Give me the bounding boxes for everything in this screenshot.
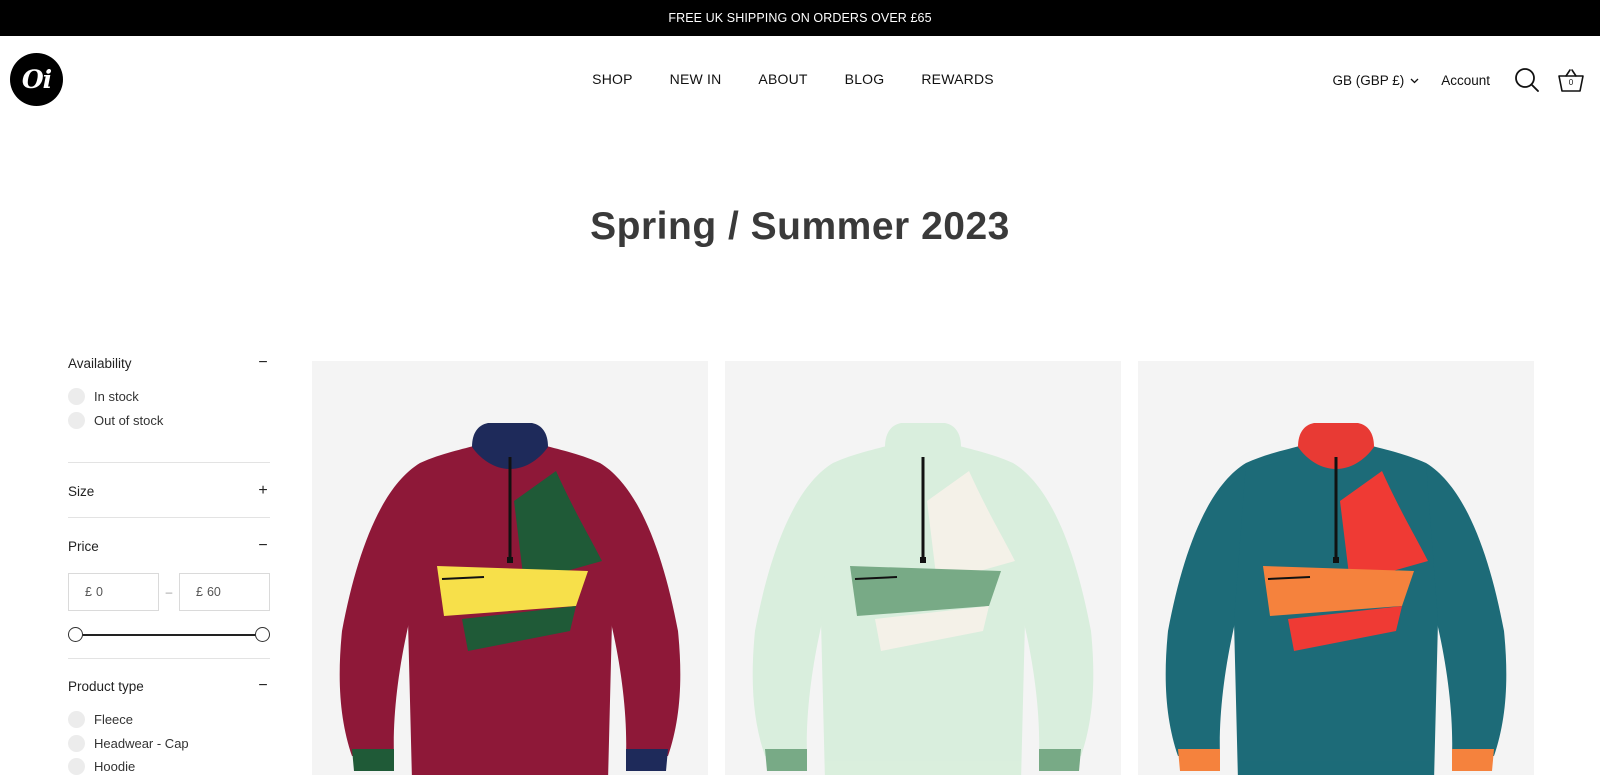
- announcement-bar: FREE UK SHIPPING ON ORDERS OVER £65: [0, 0, 1600, 36]
- option-label: Fleece: [94, 712, 134, 728]
- currency-selector[interactable]: GB (GBP £): [1332, 73, 1419, 88]
- price-separator: –: [165, 585, 173, 599]
- fleece-illustration: [752, 423, 1094, 775]
- search-icon[interactable]: [1512, 65, 1542, 95]
- account-link[interactable]: Account: [1441, 73, 1490, 88]
- radio-icon[interactable]: [68, 388, 85, 406]
- minus-icon[interactable]: −: [256, 678, 270, 694]
- filter-size-label: Size: [68, 483, 95, 499]
- fleece-illustration: [339, 423, 681, 775]
- filter-size: Size +: [68, 463, 270, 518]
- slider-handle-min[interactable]: [68, 627, 83, 642]
- currency-symbol: £: [85, 585, 92, 599]
- filter-price-label: Price: [68, 538, 99, 554]
- radio-icon[interactable]: [68, 734, 85, 752]
- product-card[interactable]: [312, 361, 708, 775]
- announcement-text: FREE UK SHIPPING ON ORDERS OVER £65: [668, 11, 932, 25]
- product-card[interactable]: [725, 361, 1121, 775]
- nav-item-rewards[interactable]: REWARDS: [921, 71, 993, 87]
- radio-icon[interactable]: [68, 411, 85, 429]
- filter-price: Price − £ 0 – £ 60: [68, 518, 270, 659]
- filter-availability-label: Availability: [68, 355, 132, 371]
- minus-icon[interactable]: −: [256, 355, 270, 371]
- chevron-down-icon: [1410, 76, 1419, 86]
- filter-option-fleece[interactable]: Fleece: [68, 708, 270, 732]
- product-card[interactable]: [1138, 361, 1534, 775]
- product-image: [339, 423, 681, 775]
- brand-logo[interactable]: Oi: [10, 53, 63, 106]
- product-grid: [312, 361, 1534, 775]
- currency-symbol: £: [196, 585, 203, 599]
- logo-text: Oi: [21, 65, 52, 94]
- radio-icon[interactable]: [68, 711, 85, 729]
- filter-availability: Availability − In stock Out of stock: [68, 350, 270, 463]
- filter-product-type-label: Product type: [68, 678, 144, 694]
- price-min-input[interactable]: £ 0: [68, 573, 159, 611]
- filter-option-in-stock[interactable]: In stock: [68, 385, 270, 409]
- site-header: Oi SHOP NEW IN ABOUT BLOG REWARDS GB (GB…: [0, 36, 1600, 124]
- nav-item-shop[interactable]: SHOP: [592, 71, 632, 87]
- option-label: In stock: [94, 389, 139, 405]
- currency-label: GB (GBP £): [1332, 72, 1405, 88]
- product-image: [752, 423, 1094, 775]
- option-label: Hoodie: [94, 759, 136, 775]
- option-label: Out of stock: [94, 412, 164, 428]
- minus-icon[interactable]: −: [256, 538, 270, 554]
- price-range-slider[interactable]: [68, 627, 270, 643]
- nav-item-about[interactable]: ABOUT: [758, 71, 807, 87]
- filter-sidebar: Availability − In stock Out of stock Siz…: [68, 350, 270, 775]
- filter-product-type-header[interactable]: Product type −: [68, 673, 270, 699]
- price-max-value: 60: [206, 585, 221, 599]
- filter-product-type: Product type − Fleece Headwear - Cap Hoo…: [68, 659, 270, 775]
- nav-item-new-in[interactable]: NEW IN: [670, 71, 722, 87]
- plus-icon[interactable]: +: [256, 483, 270, 499]
- filter-price-header[interactable]: Price −: [68, 533, 270, 559]
- radio-icon[interactable]: [68, 758, 85, 775]
- price-min-value: 0: [95, 585, 103, 599]
- header-actions: GB (GBP £) Account 0: [1332, 36, 1586, 124]
- filter-option-headwear-cap[interactable]: Headwear - Cap: [68, 732, 270, 756]
- fleece-illustration: [1165, 423, 1507, 775]
- price-max-input[interactable]: £ 60: [179, 573, 270, 611]
- filter-option-out-of-stock[interactable]: Out of stock: [68, 409, 270, 433]
- filter-option-hoodie[interactable]: Hoodie: [68, 755, 270, 775]
- product-image: [1165, 423, 1507, 775]
- slider-handle-max[interactable]: [255, 627, 270, 642]
- basket-icon[interactable]: 0: [1556, 65, 1586, 95]
- cart-count: 0: [1568, 78, 1574, 87]
- filter-size-header[interactable]: Size +: [68, 478, 270, 504]
- option-label: Headwear - Cap: [94, 735, 189, 751]
- page-title: Spring / Summer 2023: [590, 205, 1010, 248]
- filter-availability-header[interactable]: Availability −: [68, 350, 270, 376]
- nav-item-blog[interactable]: BLOG: [845, 71, 885, 87]
- slider-track: [74, 634, 264, 636]
